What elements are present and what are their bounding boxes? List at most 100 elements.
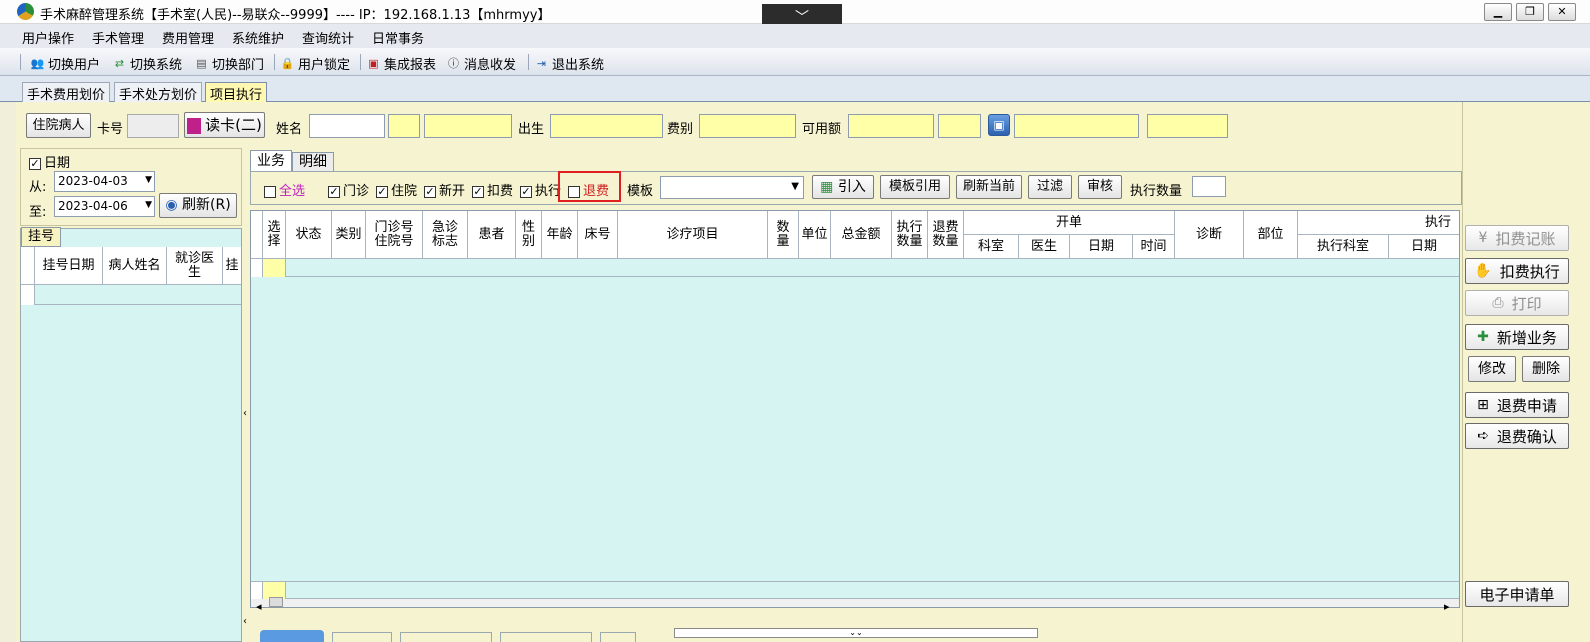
col-patient[interactable]: 患者: [468, 211, 516, 259]
tab-surgery-fee[interactable]: 手术费用划价: [22, 82, 111, 103]
exec-count-input[interactable]: [1192, 176, 1226, 197]
select-cell[interactable]: [263, 259, 286, 277]
name-input[interactable]: [309, 114, 385, 138]
lock-user-button[interactable]: 🔒 用户锁定: [280, 53, 350, 73]
col-order-time[interactable]: 时间: [1133, 235, 1175, 259]
read-card-button[interactable]: 读卡(二): [184, 112, 265, 138]
integrated-report-button[interactable]: ▣ 集成报表: [366, 53, 436, 73]
close-button[interactable]: ✕: [1548, 3, 1576, 21]
col-bed[interactable]: 床号: [578, 211, 618, 259]
menu-surgery[interactable]: 手术管理: [92, 28, 144, 47]
col-refund-quantity[interactable]: 退费数量: [928, 211, 964, 259]
col-unit[interactable]: 单位: [799, 211, 831, 259]
col-patient-name[interactable]: 病人姓名: [103, 247, 167, 285]
splitter-handle[interactable]: ⌄⌄: [674, 628, 1038, 638]
tab-item-execution[interactable]: 项目执行: [205, 82, 268, 103]
restore-button[interactable]: ❐: [1516, 3, 1544, 21]
bottom-tab-3[interactable]: [400, 632, 492, 642]
switch-system-button[interactable]: ⇄ 切换系统: [112, 53, 182, 73]
col-total-amount[interactable]: 总金额: [831, 211, 892, 259]
col-doctor[interactable]: 就诊医生: [167, 247, 223, 285]
balance-field[interactable]: [938, 114, 981, 138]
new-order-checkbox[interactable]: ✓ 新开: [424, 180, 465, 199]
deduct-execute-button[interactable]: ✋ 扣费执行: [1465, 258, 1569, 284]
tab-surgery-prescription[interactable]: 手术处方划价: [114, 82, 203, 103]
refresh-current-button[interactable]: 刷新当前: [956, 175, 1022, 199]
refund-apply-button[interactable]: ⊞ 退费申请: [1465, 392, 1569, 418]
bottom-tab-5[interactable]: [600, 632, 636, 642]
switch-user-button[interactable]: 👥 切换用户: [30, 53, 100, 73]
refund-confirm-button[interactable]: ➪ 退费确认: [1465, 423, 1569, 449]
col-order-date[interactable]: 日期: [1070, 235, 1133, 259]
minimize-button[interactable]: ▁: [1484, 3, 1512, 21]
electronic-request-button[interactable]: 电子申请单: [1465, 581, 1569, 607]
col-quantity[interactable]: 数量: [768, 211, 799, 259]
col-diagnosis[interactable]: 诊断: [1175, 211, 1244, 259]
fee-type-field[interactable]: [699, 114, 796, 138]
edit-button[interactable]: 修改: [1468, 356, 1516, 382]
exit-system-button[interactable]: ⇥ 退出系统: [534, 53, 604, 73]
tab-business[interactable]: 业务: [250, 150, 292, 171]
bottom-tab-4[interactable]: [500, 632, 592, 642]
col-treatment-item[interactable]: 诊疗项目: [618, 211, 768, 259]
refund-checkbox[interactable]: 退费: [568, 180, 609, 199]
print-button[interactable]: ⎙ 打印: [1465, 290, 1569, 316]
refresh-button[interactable]: ◉ 刷新(R): [159, 193, 237, 218]
import-button[interactable]: ▦ 引入: [812, 175, 874, 199]
col-age[interactable]: 年龄: [542, 211, 578, 259]
menu-query[interactable]: 查询统计: [302, 28, 354, 47]
col-order-department[interactable]: 科室: [964, 235, 1019, 259]
menu-fee[interactable]: 费用管理: [162, 28, 214, 47]
splitter-left-arrow-icon[interactable]: ‹: [243, 408, 247, 419]
menu-user-ops[interactable]: 用户操作: [22, 28, 74, 47]
from-date-picker[interactable]: 2023-04-03 ▼: [54, 171, 155, 192]
col-select[interactable]: 选择: [263, 211, 286, 259]
deduct-account-button[interactable]: ¥ 扣费记账: [1465, 225, 1569, 251]
message-button[interactable]: ⓘ 消息收发: [446, 53, 516, 73]
col-order-doctor[interactable]: 医生: [1019, 235, 1070, 259]
delete-button[interactable]: 删除: [1522, 356, 1570, 382]
col-gender[interactable]: 性别: [516, 211, 542, 259]
menu-daily[interactable]: 日常事务: [372, 28, 424, 47]
deduct-checkbox[interactable]: ✓ 扣费: [472, 180, 513, 199]
col-reg-date[interactable]: 挂号日期: [35, 247, 103, 285]
select-all-checkbox[interactable]: 全选: [264, 180, 305, 199]
date-checkbox[interactable]: ✓ 日期: [29, 152, 70, 171]
add-business-button[interactable]: ✚ 新增业务: [1465, 324, 1569, 350]
splitter-left-arrow-icon[interactable]: ‹: [243, 616, 247, 627]
bottom-tab-2[interactable]: [332, 632, 392, 642]
insurance-field[interactable]: [1014, 114, 1139, 138]
col-site[interactable]: 部位: [1244, 211, 1298, 259]
extra-field[interactable]: [1147, 114, 1228, 138]
col-visit-number[interactable]: 门诊号住院号: [366, 211, 423, 259]
to-date-picker[interactable]: 2023-04-06 ▼: [54, 196, 155, 217]
available-amount-field[interactable]: [848, 114, 934, 138]
switch-department-button[interactable]: ▤ 切换部门: [194, 53, 264, 73]
template-select[interactable]: ▼: [660, 176, 804, 199]
col-emergency[interactable]: 急诊标志: [423, 211, 468, 259]
menu-maintenance[interactable]: 系统维护: [232, 28, 284, 47]
scroll-left-arrow-icon[interactable]: ◂: [256, 600, 262, 613]
table-row[interactable]: [251, 259, 1459, 277]
col-exec-department[interactable]: 执行科室: [1298, 235, 1389, 259]
patient-type-button[interactable]: 住院病人: [26, 113, 91, 138]
card-number-input[interactable]: [127, 114, 179, 138]
template-reference-button[interactable]: 模板引用: [880, 175, 950, 199]
execute-checkbox[interactable]: ✓ 执行: [520, 180, 561, 199]
tab-registration[interactable]: 挂号: [21, 227, 61, 247]
scrollbar-thumb[interactable]: [269, 597, 283, 607]
bottom-tab-1[interactable]: [260, 630, 324, 642]
audit-button[interactable]: 审核: [1078, 175, 1122, 199]
inpatient-checkbox[interactable]: ✓ 住院: [376, 180, 417, 199]
table-row[interactable]: [21, 285, 241, 305]
horizontal-scrollbar[interactable]: [251, 597, 1459, 607]
col-category[interactable]: 类别: [332, 211, 366, 259]
tab-detail[interactable]: 明细: [292, 152, 334, 171]
wallet-icon[interactable]: ▣: [988, 114, 1010, 136]
col-exec-quantity[interactable]: 执行数量: [892, 211, 928, 259]
filter-button[interactable]: 过滤: [1028, 175, 1072, 199]
scroll-right-arrow-icon[interactable]: ▸: [1444, 600, 1450, 613]
col-exec-date[interactable]: 日期: [1389, 235, 1459, 259]
outpatient-checkbox[interactable]: ✓ 门诊: [328, 180, 369, 199]
age-field[interactable]: [424, 114, 512, 138]
